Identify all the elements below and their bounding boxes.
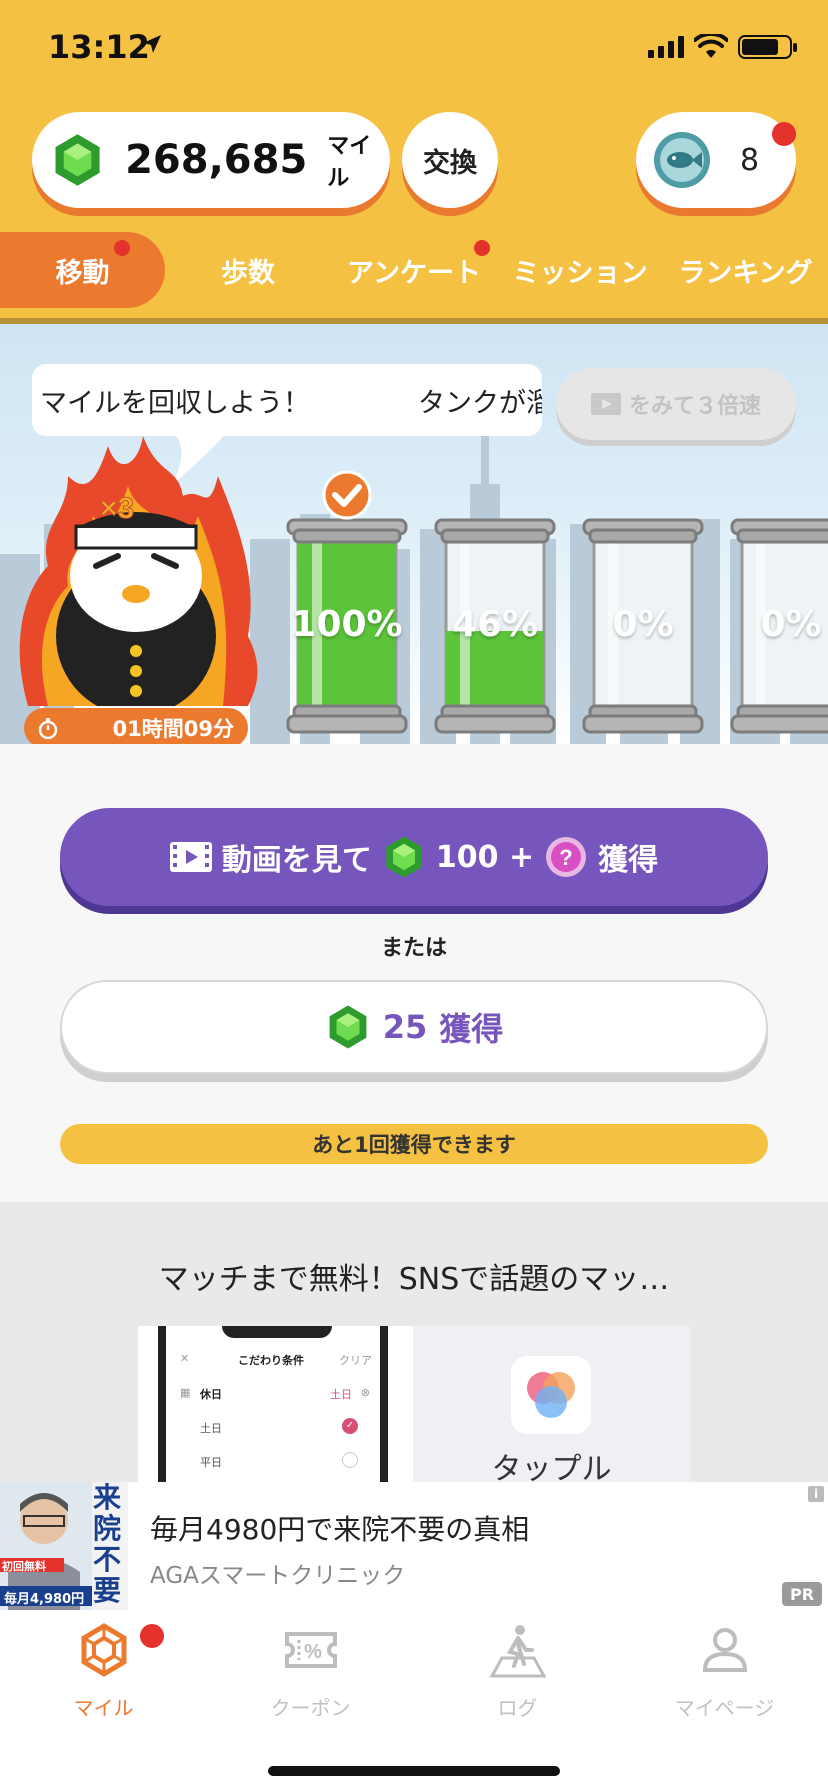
- bottom-nav: マイル % クーポン ログ マイページ: [0, 1610, 828, 1792]
- mile-value: 268,685: [125, 137, 308, 183]
- tapple-logo-icon: [511, 1356, 591, 1434]
- tab-survey-badge: [474, 240, 490, 256]
- svg-text:?: ?: [559, 845, 572, 870]
- earn-suffix: 獲得: [439, 1010, 504, 1048]
- coin-count: 8: [740, 142, 760, 178]
- mile-unit: マイル: [327, 134, 372, 191]
- phone-mockup: ✕ こだわり条件 クリア ▦ 休日 土日 ⊗ 土日 ✓ 平日: [158, 1326, 388, 1482]
- nav-mile[interactable]: マイル: [0, 1620, 207, 1721]
- banner-subtitle: AGAスマートクリニック: [150, 1563, 406, 1589]
- banner-thumbnail: 来 院 不 要 初回無料 毎月4,980円: [0, 1482, 128, 1610]
- video-amount: 100 +: [435, 839, 535, 875]
- mile-balance[interactable]: 268,685 マイル: [32, 112, 390, 208]
- earn-button[interactable]: 25 獲得: [60, 980, 768, 1074]
- tank-4: 0%: [728, 512, 828, 748]
- stopwatch-icon: [38, 718, 58, 740]
- tank-3: 0%: [580, 512, 706, 748]
- tank-percent: 100%: [291, 604, 403, 645]
- tapple-brand: タップル: [413, 1326, 690, 1482]
- multiplier-label: ×3: [100, 492, 134, 525]
- triple-speed-button[interactable]: をみて３倍速: [556, 368, 796, 440]
- ad-image[interactable]: ✕ こだわり条件 クリア ▦ 休日 土日 ⊗ 土日 ✓ 平日 タップル: [138, 1326, 690, 1482]
- checkmark-icon: ✓: [342, 1418, 358, 1434]
- home-indicator: [268, 1766, 560, 1776]
- fish-coin-icon: [654, 132, 710, 188]
- exchange-button[interactable]: 交換: [402, 112, 498, 208]
- battery-icon: [738, 35, 797, 59]
- banner-ad[interactable]: 来 院 不 要 初回無料 毎月4,980円 毎月4980円で来院不要の真相 AG…: [0, 1482, 828, 1610]
- tank-1: 100%: [284, 512, 410, 748]
- boost-timer: 01時間09分: [24, 708, 248, 744]
- tab-mission[interactable]: ミッション: [497, 232, 663, 308]
- video-prefix: 動画を見て: [221, 843, 372, 878]
- ad-section[interactable]: マッチまで無料！SNSで話題のマッ… ✕ こだわり条件 クリア ▦ 休日 土日 …: [0, 1202, 828, 1482]
- video-suffix: 獲得: [598, 843, 659, 878]
- tank-percent: 0%: [612, 604, 674, 645]
- close-icon: ✕: [180, 1352, 190, 1365]
- video-icon: [169, 842, 212, 872]
- hexagon-gem-icon: [81, 1623, 126, 1677]
- status-time: 13:12: [48, 28, 150, 66]
- coin-notification-dot: [772, 122, 796, 146]
- tank-percent: 46%: [451, 604, 539, 645]
- banner-title: 毎月4980円で来院不要の真相: [150, 1513, 530, 1546]
- tab-move-badge: [114, 240, 130, 256]
- status-icons: [648, 34, 797, 60]
- person-icon: [702, 1628, 747, 1672]
- coupon-percent-icon: %: [284, 1632, 337, 1668]
- video-icon: [590, 393, 621, 415]
- speech-bubble: マイルを回収しよう！ タンクが溜: [32, 364, 542, 436]
- walking-person-icon: [488, 1625, 547, 1678]
- tank-2: 46%: [432, 512, 558, 748]
- tab-move[interactable]: 移動: [0, 232, 165, 308]
- svg-text:%: %: [304, 1641, 322, 1663]
- ad-info-icon[interactable]: i: [808, 1486, 824, 1502]
- wifi-icon: [694, 34, 728, 58]
- penguin-mascot: ×3: [19, 436, 258, 706]
- nav-log[interactable]: ログ: [414, 1620, 621, 1721]
- tank-percent: 0%: [760, 604, 822, 645]
- thumb-vertical-text: 来 院 不 要: [92, 1481, 121, 1607]
- gem-icon: [386, 836, 422, 878]
- timer-text: 01時間09分: [112, 717, 234, 741]
- radio-icon: [342, 1452, 358, 1468]
- calendar-icon: ▦: [180, 1386, 191, 1399]
- earn-amount: 25: [382, 1008, 428, 1046]
- mystery-bonus-icon: ?: [546, 837, 587, 877]
- pr-badge: PR: [782, 1582, 822, 1606]
- ad-title: マッチまで無料！SNSで話題のマッ…: [158, 1262, 670, 1297]
- nav-mile-badge: [140, 1624, 164, 1648]
- gem-icon: [55, 134, 100, 186]
- remaining-count-banner: あと1回獲得できます: [60, 1124, 768, 1164]
- coin-balance[interactable]: 8: [636, 112, 796, 208]
- tab-ranking[interactable]: ランキング: [663, 232, 828, 308]
- tank-check-icon: [322, 470, 372, 520]
- watch-video-button[interactable]: 動画を見て 100 + ? 獲得: [60, 808, 768, 906]
- signal-icon: [648, 36, 684, 58]
- or-label: または: [380, 936, 447, 961]
- tapple-name: タップル: [491, 1452, 612, 1482]
- location-arrow-icon: [143, 35, 161, 53]
- nav-mypage[interactable]: マイページ: [621, 1620, 828, 1721]
- tab-survey[interactable]: アンケート: [331, 232, 497, 308]
- nav-coupon[interactable]: % クーポン: [207, 1620, 414, 1721]
- tab-steps[interactable]: 歩数: [165, 232, 331, 308]
- gem-icon: [329, 1005, 367, 1049]
